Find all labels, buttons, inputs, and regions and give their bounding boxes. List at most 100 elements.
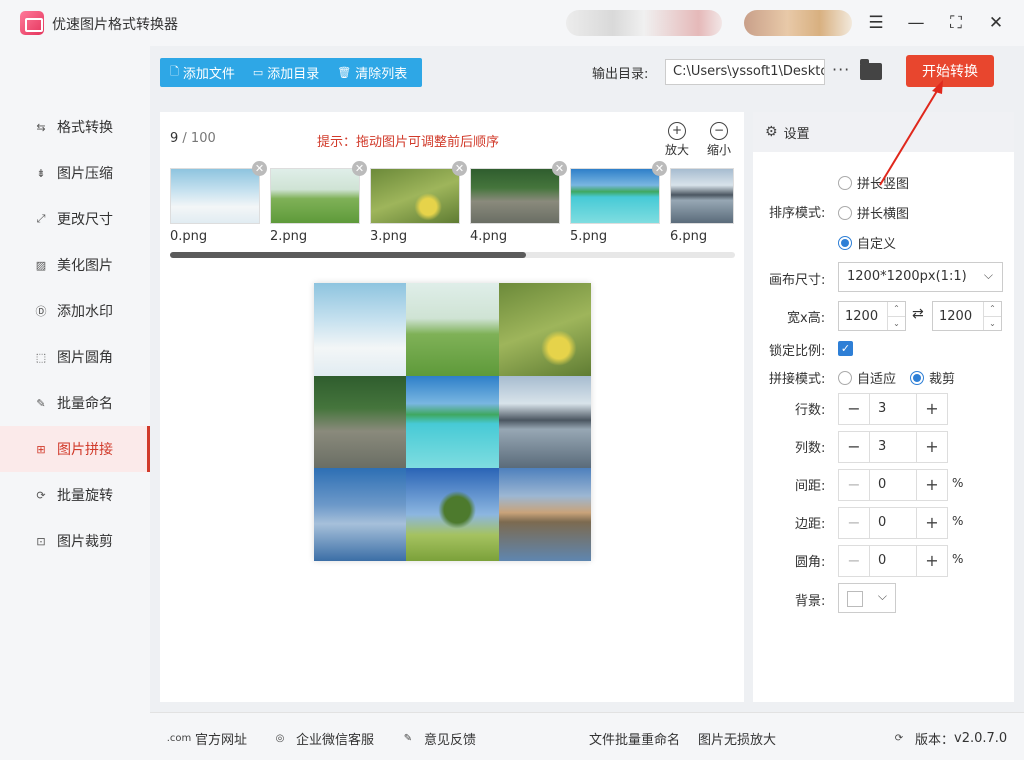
- sort-option-horizontal[interactable]: 拼长横图: [838, 203, 909, 222]
- chevron-down-icon[interactable]: ⌄: [983, 316, 1001, 330]
- close-icon[interactable]: ✕: [983, 10, 1009, 36]
- sidebar-item-round-corner[interactable]: ⬚ 图片圆角: [0, 334, 150, 380]
- maximize-icon[interactable]: ⛶: [943, 10, 969, 36]
- plus-icon[interactable]: +: [917, 546, 947, 576]
- sidebar-item-resize[interactable]: ⤢ 更改尺寸: [0, 196, 150, 242]
- sort-option-vertical[interactable]: 拼长竖图: [838, 173, 909, 192]
- canvas-size-select[interactable]: 1200*1200px(1:1) ⌵: [838, 262, 1003, 292]
- thumbnail-4[interactable]: ✕: [470, 161, 567, 224]
- chevron-up-icon[interactable]: ⌃: [887, 302, 905, 316]
- output-dir-input[interactable]: C:\Users\yssoft1\Desktop: [665, 59, 825, 85]
- footer-bar: .com 官方网址 ◎ 企业微信客服 ✎ 意见反馈 文件批量重命名 图片无损放大 ⟳ 版…: [150, 712, 1024, 760]
- thumbnail-0[interactable]: ✕: [170, 161, 267, 224]
- lossless-zoom-link[interactable]: 图片无损放大: [698, 729, 776, 748]
- minus-icon[interactable]: −: [839, 394, 869, 424]
- thumbnail-3[interactable]: ✕: [370, 161, 467, 224]
- rows-stepper[interactable]: −3 +: [838, 393, 948, 425]
- scrollbar-thumb[interactable]: [170, 252, 526, 258]
- blurred-account-info: [566, 10, 722, 36]
- margin-value[interactable]: 0: [869, 508, 917, 538]
- sidebar-item-batch-rename[interactable]: ✎ 批量命名: [0, 380, 150, 426]
- corner-radius-stepper[interactable]: −0 +: [838, 545, 948, 577]
- plus-icon[interactable]: +: [917, 432, 947, 462]
- add-file-label: 添加文件: [182, 67, 235, 82]
- feedback-link[interactable]: ✎ 意见反馈: [399, 729, 476, 748]
- background-color-picker[interactable]: ⌵: [838, 583, 896, 613]
- radius-percent: %: [952, 552, 964, 566]
- sidebar-item-beautify[interactable]: ▨ 美化图片: [0, 242, 150, 288]
- thumbnail-5[interactable]: ✕: [570, 161, 667, 224]
- remove-image-icon[interactable]: ✕: [352, 161, 367, 176]
- thumbnail-label: 4.png: [470, 229, 508, 244]
- radio-label: 自适应: [857, 372, 897, 387]
- zoom-in-button[interactable]: + 放大: [662, 122, 692, 158]
- cols-stepper[interactable]: −3 +: [838, 431, 948, 463]
- spacing-stepper[interactable]: −0 +: [838, 469, 948, 501]
- chevron-down-icon: ⌵: [983, 268, 993, 282]
- more-options-icon[interactable]: ···: [832, 60, 850, 79]
- width-value: 1200: [845, 309, 879, 324]
- corner-radius-value[interactable]: 0: [869, 546, 917, 576]
- thumbnail-label: 5.png: [570, 229, 608, 244]
- plus-icon[interactable]: +: [917, 470, 947, 500]
- feedback-icon: ✎: [403, 733, 413, 744]
- thumbnail-2[interactable]: ✕: [270, 161, 367, 224]
- start-convert-button[interactable]: 开始转换: [906, 55, 994, 87]
- sidebar-item-splice[interactable]: ⊞ 图片拼接: [0, 426, 150, 472]
- add-directory-button[interactable]: ▭ 添加目录: [243, 63, 327, 82]
- chevron-down-icon[interactable]: ⌄: [887, 316, 905, 330]
- zoom-out-button[interactable]: − 缩小: [704, 122, 734, 158]
- drag-hint-text: 提示：拖动图片可调整前后顺序: [317, 135, 500, 150]
- sort-option-custom[interactable]: 自定义: [838, 233, 896, 252]
- cols-value[interactable]: 3: [869, 432, 917, 462]
- remove-image-icon[interactable]: ✕: [552, 161, 567, 176]
- batch-rename-link[interactable]: 文件批量重命名: [589, 729, 680, 748]
- thumbnail-scrollbar[interactable]: [170, 252, 735, 258]
- width-input[interactable]: 1200 ⌃ ⌄: [838, 301, 906, 331]
- crop-icon: ⊡: [36, 534, 46, 548]
- preview-tile: [406, 375, 499, 469]
- minus-icon[interactable]: −: [839, 508, 869, 538]
- thumbnail-6[interactable]: [670, 168, 734, 224]
- minus-icon[interactable]: −: [839, 546, 869, 576]
- sidebar-item-label: 图片拼接: [57, 442, 113, 458]
- splice-option-fit[interactable]: 自适应: [838, 368, 896, 387]
- sidebar-item-crop[interactable]: ⊡ 图片裁剪: [0, 518, 150, 564]
- height-input[interactable]: 1200 ⌃ ⌄: [932, 301, 1002, 331]
- sidebar-item-label: 图片裁剪: [57, 534, 113, 550]
- preview-tile: [314, 375, 407, 469]
- sidebar-item-label: 图片压缩: [57, 166, 113, 182]
- feedback-label: 意见反馈: [424, 733, 477, 748]
- radio-icon: [838, 175, 852, 190]
- remove-image-icon[interactable]: ✕: [652, 161, 667, 176]
- sidebar-item-format-convert[interactable]: ⇆ 格式转换: [0, 104, 150, 150]
- plus-icon[interactable]: +: [917, 508, 947, 538]
- clear-list-button[interactable]: 🗑 清除列表: [327, 63, 415, 82]
- lock-ratio-checkbox[interactable]: ✓: [838, 341, 853, 356]
- open-folder-icon[interactable]: [860, 59, 882, 80]
- plus-icon[interactable]: +: [917, 394, 947, 424]
- sidebar-item-watermark[interactable]: Ⓓ 添加水印: [0, 288, 150, 334]
- minus-icon[interactable]: −: [839, 470, 869, 500]
- swap-dimensions-icon[interactable]: ⇄: [912, 306, 924, 322]
- remove-image-icon[interactable]: ✕: [252, 161, 267, 176]
- remove-image-icon[interactable]: ✕: [452, 161, 467, 176]
- file-toolbar: 🗋 添加文件 ▭ 添加目录 🗑 清除列表: [160, 58, 422, 87]
- menu-icon[interactable]: ☰: [863, 10, 889, 36]
- thumbnail-label: 6.png: [670, 229, 708, 244]
- add-file-button[interactable]: 🗋 添加文件: [160, 63, 243, 82]
- sidebar-item-batch-rotate[interactable]: ⟳ 批量旋转: [0, 472, 150, 518]
- minus-icon[interactable]: −: [839, 432, 869, 462]
- rows-value[interactable]: 3: [869, 394, 917, 424]
- margin-stepper[interactable]: −0 +: [838, 507, 948, 539]
- app-title: 优速图片格式转换器: [52, 17, 178, 33]
- version-info[interactable]: ⟳ 版本： v2.0.7.0: [890, 729, 1007, 748]
- spacing-percent: %: [952, 476, 964, 490]
- sidebar-item-compress[interactable]: ⇟ 图片压缩: [0, 150, 150, 196]
- splice-option-crop[interactable]: 裁剪: [910, 368, 955, 387]
- spacing-value[interactable]: 0: [869, 470, 917, 500]
- website-link[interactable]: .com 官方网址: [167, 729, 247, 748]
- wechat-service-link[interactable]: ◎ 企业微信客服: [271, 729, 374, 748]
- minimize-icon[interactable]: —: [903, 10, 929, 36]
- chevron-up-icon[interactable]: ⌃: [983, 302, 1001, 316]
